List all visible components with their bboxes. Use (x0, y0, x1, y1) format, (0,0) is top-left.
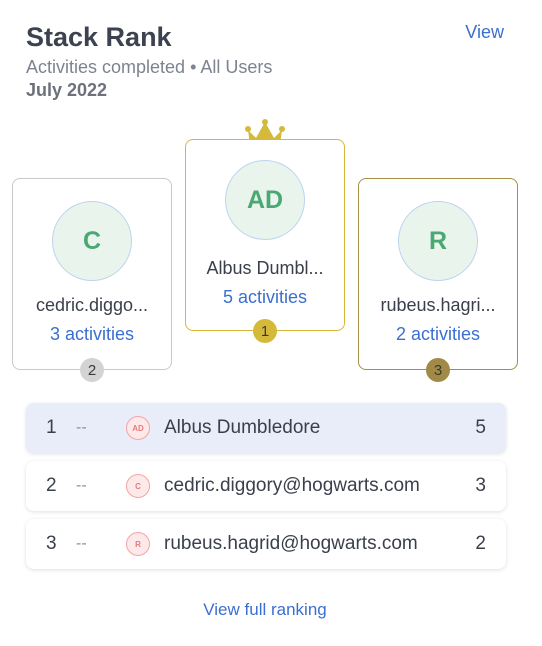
podium-name: rubeus.hagri... (380, 295, 496, 315)
widget-subtitle: Activities completed • All Users (26, 57, 273, 77)
avatar: R (398, 201, 478, 281)
podium-activities: 2 activities (395, 324, 481, 344)
avatar: C (52, 201, 132, 281)
ranking-row[interactable]: 3 -- R rubeus.hagrid@hogwarts.com 2 (26, 519, 506, 569)
ranking-row[interactable]: 1 -- AD Albus Dumbledore 5 (26, 403, 506, 453)
avatar: C (126, 474, 150, 498)
podium-card-second[interactable]: C cedric.diggo... 3 activities 2 (12, 178, 172, 382)
avatar: AD (225, 160, 305, 240)
podium-name: cedric.diggo... (35, 295, 149, 315)
view-full-ranking-link[interactable]: View full ranking (0, 600, 530, 620)
row-rank: 1 (46, 417, 57, 438)
row-rank: 3 (46, 533, 57, 554)
podium-activities: 5 activities (222, 287, 308, 307)
avatar: R (126, 532, 150, 556)
row-rank: 2 (46, 475, 57, 496)
view-link[interactable]: View (465, 22, 504, 43)
avatar: AD (126, 416, 150, 440)
row-name: rubeus.hagrid@hogwarts.com (164, 533, 418, 554)
podium-card-first[interactable]: AD Albus Dumbl... 5 activities 1 (185, 139, 345, 343)
row-change: -- (76, 477, 87, 494)
row-change: -- (76, 535, 87, 552)
row-name: Albus Dumbledore (164, 417, 321, 438)
row-count: 2 (475, 533, 486, 554)
podium-activities: 3 activities (49, 324, 135, 344)
rank-badge: 1 (253, 319, 277, 343)
rank-badge: 2 (80, 358, 104, 382)
podium-card-third[interactable]: R rubeus.hagri... 2 activities 3 (358, 178, 518, 382)
rank-badge: 3 (426, 358, 450, 382)
ranking-row[interactable]: 2 -- C cedric.diggory@hogwarts.com 3 (26, 461, 506, 511)
period-label: July 2022 (26, 80, 108, 100)
row-name: cedric.diggory@hogwarts.com (164, 475, 420, 496)
widget-title: Stack Rank (26, 22, 172, 52)
row-count: 3 (475, 475, 486, 496)
podium-name: Albus Dumbl... (206, 258, 324, 278)
row-count: 5 (475, 417, 486, 438)
row-change: -- (76, 419, 87, 436)
